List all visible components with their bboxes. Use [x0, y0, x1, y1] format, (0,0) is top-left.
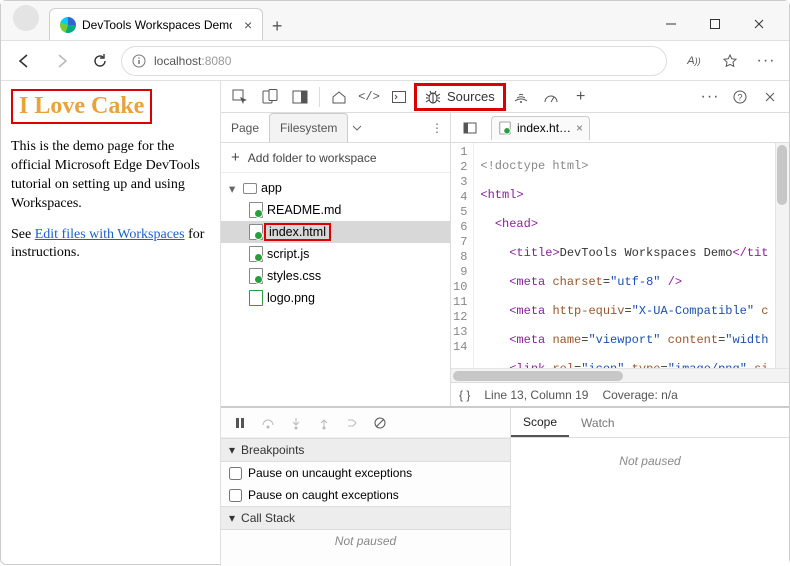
- more-tabs-button[interactable]: +: [566, 83, 596, 111]
- devtools-toolbar: </> Sources + ··· ?: [221, 81, 789, 113]
- navigator-menu-button[interactable]: ⋮: [424, 121, 450, 135]
- tree-folder-app[interactable]: ▾ app: [221, 177, 450, 199]
- browser-tab[interactable]: DevTools Workspaces Demo ×: [49, 8, 263, 40]
- cursor-position: Line 13, Column 19: [484, 388, 588, 402]
- devtools-panel: </> Sources + ··· ? Page Filesystem: [221, 81, 789, 566]
- favorite-button[interactable]: [713, 46, 747, 76]
- read-aloud-button[interactable]: A)): [677, 46, 711, 76]
- file-icon: [249, 224, 263, 240]
- deactivate-breakpoints-icon[interactable]: [369, 412, 391, 434]
- debugger-drawer: ▾Breakpoints Pause on uncaught exception…: [221, 406, 789, 566]
- url-host: localhost: [154, 54, 201, 68]
- image-file-icon: [249, 290, 263, 306]
- browser-titlebar: DevTools Workspaces Demo × +: [1, 1, 789, 41]
- add-folder-button[interactable]: + Add folder to workspace: [221, 143, 450, 173]
- file-tree: ▾ app README.md index.html script.js: [221, 173, 450, 313]
- devtools-help-icon[interactable]: ?: [725, 83, 755, 111]
- refresh-button[interactable]: [83, 46, 117, 76]
- dock-side-icon[interactable]: [285, 83, 315, 111]
- tab-title: DevTools Workspaces Demo: [82, 18, 232, 32]
- page-paragraph-2: See Edit files with Workspaces for instr…: [11, 226, 210, 264]
- svg-text:?: ?: [737, 92, 742, 102]
- file-icon: [249, 246, 263, 262]
- browser-menu-button[interactable]: ···: [749, 46, 783, 76]
- devtools-menu-button[interactable]: ···: [695, 83, 725, 111]
- sources-tab[interactable]: Sources: [414, 83, 506, 111]
- inspect-element-icon[interactable]: [225, 83, 255, 111]
- pretty-print-icon[interactable]: { }: [459, 388, 470, 402]
- code-editor-pane: index.ht… × 1234567891011121314 <!doctyp…: [451, 113, 789, 406]
- folder-icon: [243, 183, 257, 194]
- page-paragraph-1: This is the demo page for the official M…: [11, 138, 210, 214]
- editor-statusbar: { } Line 13, Column 19 Coverage: n/a: [451, 382, 789, 406]
- back-button[interactable]: [7, 46, 41, 76]
- pause-icon[interactable]: [229, 412, 251, 434]
- address-bar: localhost:8080 A)) ···: [1, 41, 789, 81]
- page-link-workspaces[interactable]: Edit files with Workspaces: [35, 227, 185, 242]
- watch-tab[interactable]: Watch: [569, 408, 627, 437]
- plus-icon: +: [231, 149, 240, 166]
- show-navigator-icon[interactable]: [455, 114, 485, 142]
- navigator-tab-filesystem[interactable]: Filesystem: [269, 113, 348, 142]
- window-minimize-button[interactable]: [649, 8, 693, 40]
- profile-avatar[interactable]: [13, 5, 39, 31]
- scope-tab[interactable]: Scope: [511, 408, 569, 437]
- new-tab-button[interactable]: +: [263, 12, 291, 40]
- window-maximize-button[interactable]: [693, 8, 737, 40]
- forward-button: [45, 46, 79, 76]
- step-into-icon[interactable]: [285, 412, 307, 434]
- url-input[interactable]: localhost:8080: [121, 46, 667, 76]
- debugger-toolbar: [221, 408, 510, 438]
- breakpoints-section-header[interactable]: ▾Breakpoints: [221, 438, 510, 462]
- performance-tab-icon[interactable]: [536, 83, 566, 111]
- callstack-section-header[interactable]: ▾Call Stack: [221, 506, 510, 530]
- line-gutter: 1234567891011121314: [451, 143, 474, 368]
- network-tab-icon[interactable]: [506, 83, 536, 111]
- scope-notpaused: Not paused: [511, 450, 789, 472]
- device-emulation-icon[interactable]: [255, 83, 285, 111]
- pause-uncaught-checkbox[interactable]: Pause on uncaught exceptions: [221, 462, 510, 484]
- file-icon: [499, 122, 510, 135]
- sources-navigator: Page Filesystem ⋮ + Add folder to worksp…: [221, 113, 451, 406]
- close-icon[interactable]: ×: [576, 121, 583, 135]
- window-close-button[interactable]: [737, 8, 781, 40]
- devtools-close-button[interactable]: [755, 83, 785, 111]
- tree-file-styles[interactable]: styles.css: [221, 265, 450, 287]
- site-info-icon[interactable]: [132, 54, 146, 68]
- bug-icon: [425, 89, 441, 105]
- page-viewport: I Love Cake This is the demo page for th…: [1, 81, 221, 566]
- horizontal-scrollbar[interactable]: [451, 368, 789, 382]
- step-icon[interactable]: [341, 412, 363, 434]
- tree-file-readme[interactable]: README.md: [221, 199, 450, 221]
- tree-file-index[interactable]: index.html: [221, 221, 450, 243]
- page-heading: I Love Cake: [11, 89, 152, 124]
- file-icon: [249, 202, 263, 218]
- coverage-status: Coverage: n/a: [602, 388, 677, 402]
- sources-tab-label: Sources: [447, 89, 495, 104]
- navigator-tab-page[interactable]: Page: [221, 113, 269, 142]
- code-content[interactable]: <!doctype html> <html> <head> <title>Dev…: [474, 143, 789, 368]
- tree-file-logo[interactable]: logo.png: [221, 287, 450, 309]
- pause-caught-checkbox[interactable]: Pause on caught exceptions: [221, 484, 510, 506]
- url-port: :8080: [201, 54, 231, 68]
- console-tab-icon[interactable]: [384, 83, 414, 111]
- step-out-icon[interactable]: [313, 412, 335, 434]
- editor-tab-index[interactable]: index.ht… ×: [491, 116, 590, 140]
- step-over-icon[interactable]: [257, 412, 279, 434]
- edge-icon: [60, 17, 76, 33]
- callstack-notpaused: Not paused: [221, 530, 510, 552]
- elements-tab-icon[interactable]: </>: [354, 83, 384, 111]
- code-editor[interactable]: 1234567891011121314 <!doctype html> <htm…: [451, 143, 789, 368]
- vertical-scrollbar[interactable]: [775, 143, 789, 368]
- tree-file-script[interactable]: script.js: [221, 243, 450, 265]
- tab-close-icon[interactable]: ×: [244, 17, 252, 33]
- file-icon: [249, 268, 263, 284]
- chevron-down-icon[interactable]: [352, 123, 362, 133]
- welcome-tab-icon[interactable]: [324, 83, 354, 111]
